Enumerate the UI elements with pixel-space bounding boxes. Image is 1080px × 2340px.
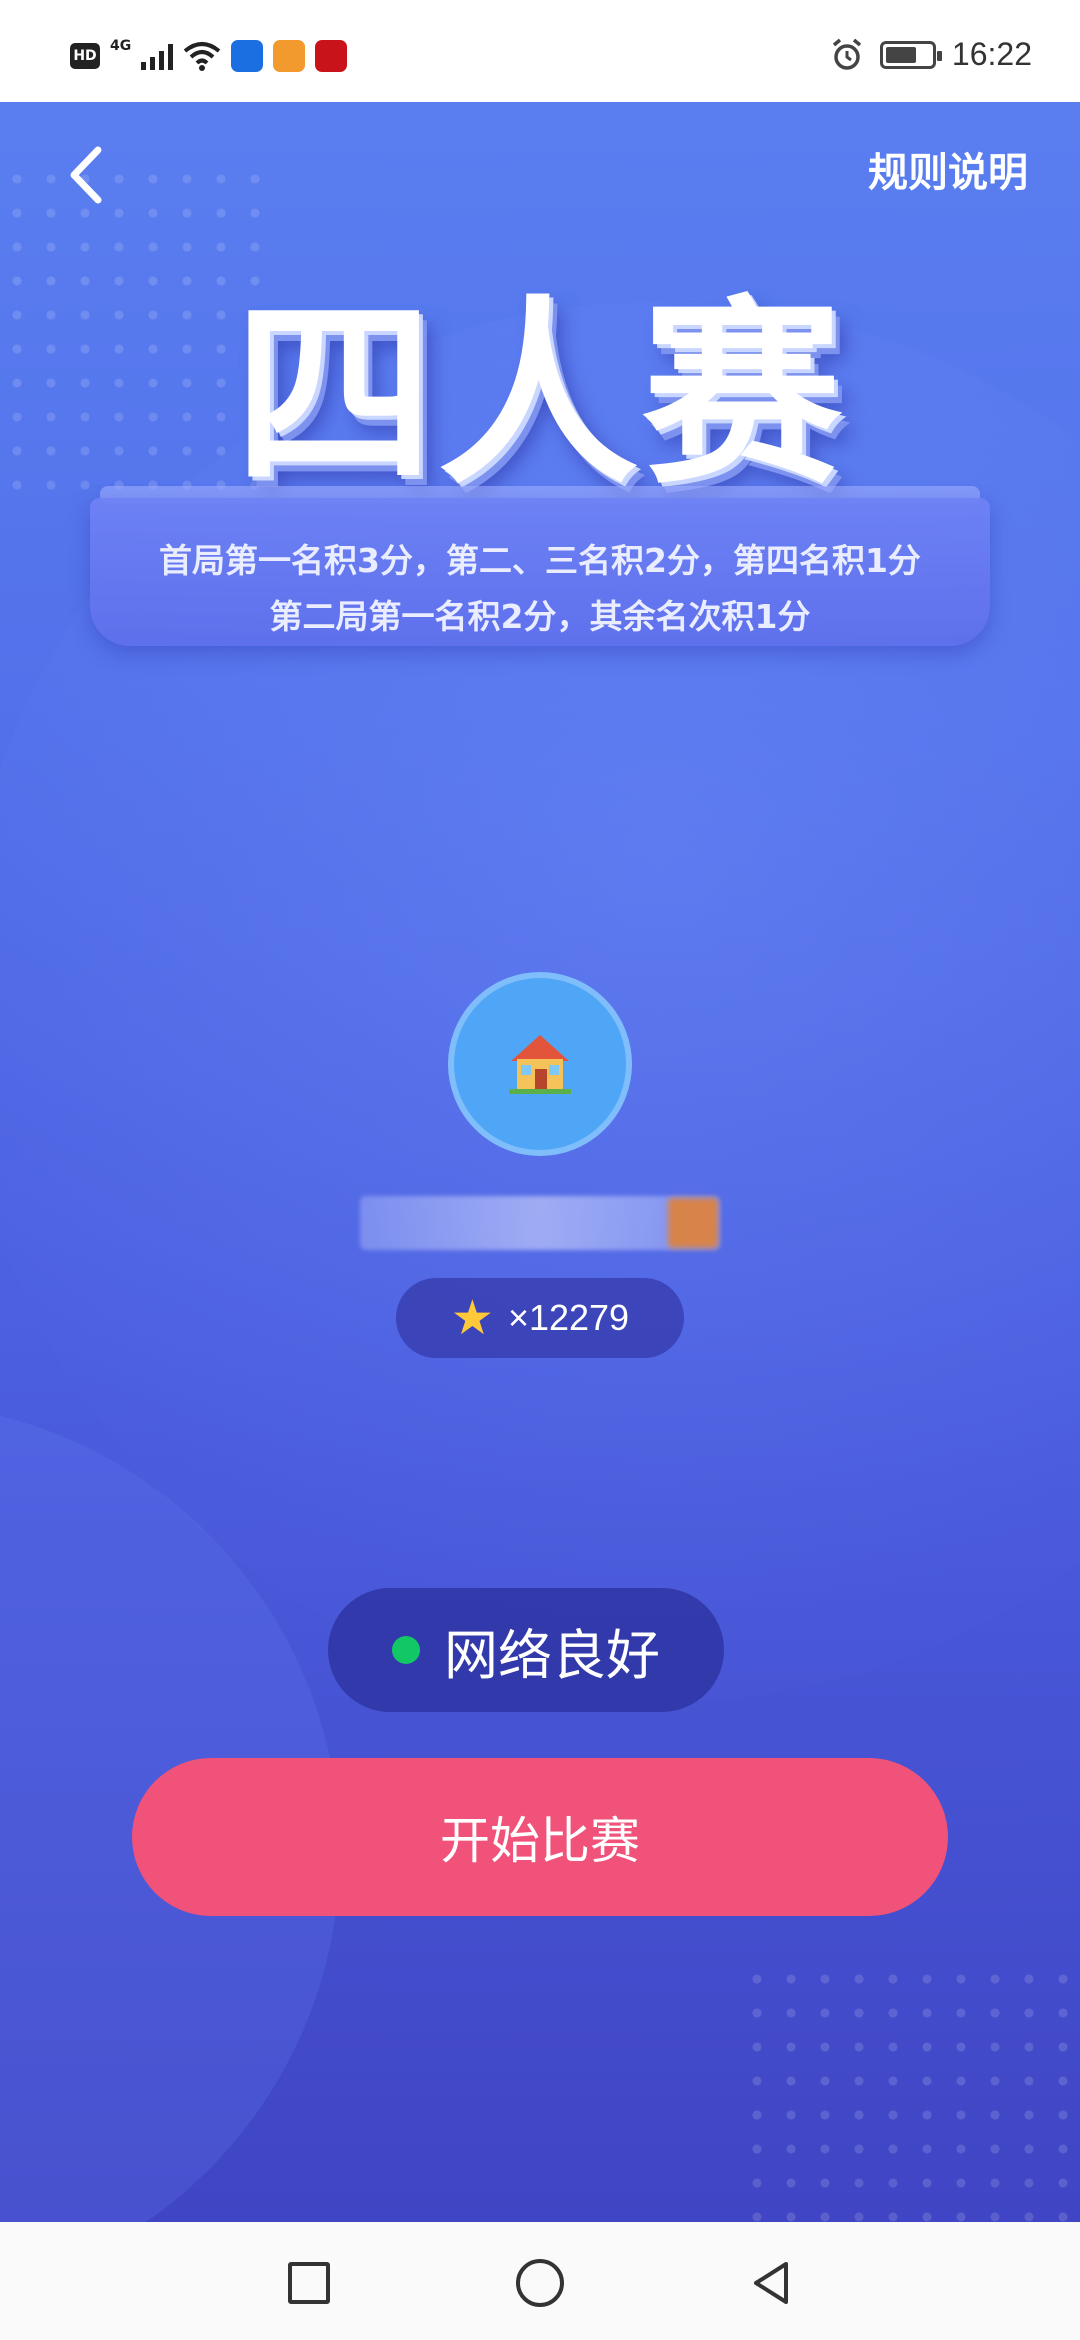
rules-link[interactable]: 规则说明 <box>868 140 1028 198</box>
house-icon <box>509 1035 571 1094</box>
network-status-label: 网络良好 <box>444 1623 660 1687</box>
start-match-button[interactable]: 开始比赛 <box>132 1758 948 1916</box>
home-button[interactable] <box>505 2248 575 2318</box>
status-icons-left: HD 4G <box>70 38 348 72</box>
app-icon-orange <box>273 40 306 72</box>
square-icon <box>288 2262 330 2304</box>
avatar <box>448 972 632 1156</box>
signal-icon <box>141 42 174 70</box>
rules-line-2: 第二局第一名积2分，其余名次积1分 <box>269 597 811 636</box>
status-dot-icon <box>392 1636 420 1664</box>
status-time: 16:22 <box>951 36 1032 72</box>
triangle-back-icon <box>754 2262 788 2304</box>
username-blurred-avatar <box>668 1198 718 1248</box>
back-button[interactable] <box>62 140 112 210</box>
status-icons-right: 16:22 <box>830 36 1032 73</box>
navigation-bar <box>0 2222 1080 2340</box>
alarm-icon <box>832 38 862 70</box>
battery-icon <box>879 40 942 69</box>
star-icon: ★ <box>450 1290 494 1346</box>
status-bar: HD 4G 16:22 <box>0 0 1080 102</box>
circle-icon <box>516 2259 564 2307</box>
app-icon-red <box>315 40 348 72</box>
wifi-icon <box>183 41 221 71</box>
page-title: 四人赛 <box>233 279 846 512</box>
game-lobby: 规则说明 四人赛 首局第一名积3分，第二、三名积2分，第四名积1分 第二局第一名… <box>0 102 1080 2222</box>
back-nav-button[interactable] <box>736 2248 806 2318</box>
network-status: 网络良好 <box>328 1588 724 1712</box>
stars-count: ×12279 <box>507 1297 630 1338</box>
4g-icon: 4G <box>110 38 132 54</box>
chevron-left-icon <box>70 146 102 204</box>
rules-line-1: 首局第一名积3分，第二、三名积2分，第四名积1分 <box>159 541 921 580</box>
stars-badge: ★ ×12279 <box>396 1278 684 1358</box>
hd-icon: HD <box>70 43 100 69</box>
title-banner: 四人赛 <box>0 232 1080 522</box>
background-dots <box>740 1962 1080 2222</box>
app-icon-blue <box>231 40 264 72</box>
recents-button[interactable] <box>274 2248 344 2318</box>
username-blurred <box>360 1196 720 1250</box>
